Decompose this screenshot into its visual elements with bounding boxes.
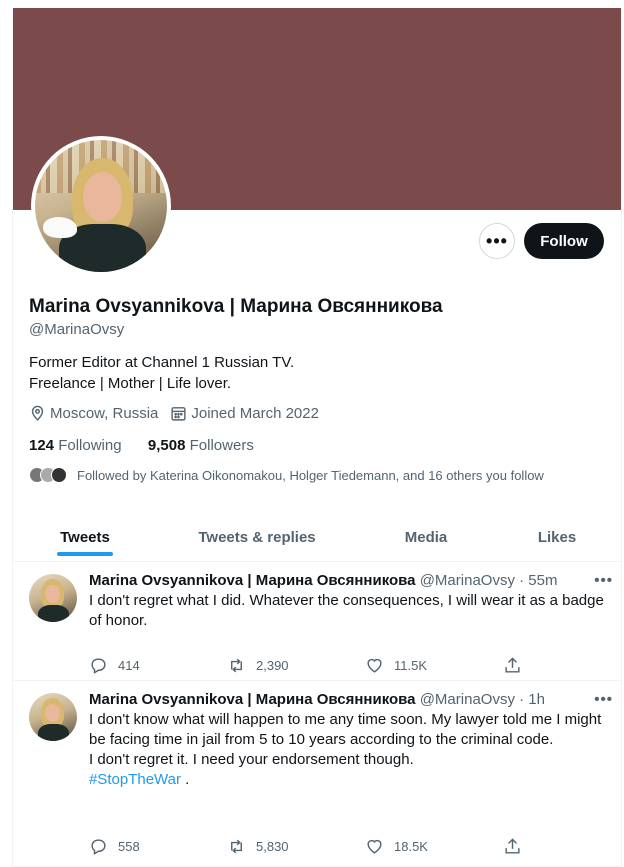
avatar [51, 467, 67, 483]
avatar-image [35, 140, 167, 272]
tweet-actions: 558 5,830 18.5K [89, 837, 624, 856]
retweet-button[interactable]: 2,390 [227, 656, 365, 675]
tweet[interactable]: Marina Ovsyannikova | Марина Овсянникова… [13, 562, 621, 681]
reply-count: 414 [118, 658, 140, 673]
reply-button[interactable]: 558 [89, 837, 227, 856]
bio-line: Freelance | Mother | Life lover. [29, 375, 232, 392]
tweet-author-name[interactable]: Marina Ovsyannikova | Марина Овсянникова [89, 691, 416, 708]
following-count: 124 [29, 437, 55, 454]
profile-location: Moscow, Russia [29, 405, 158, 422]
tweet-more-button[interactable]: ••• [594, 572, 613, 589]
reply-count: 558 [118, 839, 140, 854]
tab-media[interactable]: Media [385, 513, 467, 561]
hashtag-link[interactable]: #StopTheWar [89, 771, 181, 788]
tweet-paragraph: #StopTheWar . [89, 770, 605, 790]
tweet-body: Marina Ovsyannikova | Марина Овсянникова… [89, 572, 605, 631]
tab-likes[interactable]: Likes [525, 513, 589, 561]
followed-by[interactable]: Followed by Katerina Oikonomakou, Holger… [29, 467, 544, 483]
retweet-button[interactable]: 5,830 [227, 837, 365, 856]
dove-icon [42, 216, 78, 238]
profile-joined: Joined March 2022 [170, 405, 319, 422]
share-button[interactable] [503, 837, 624, 856]
like-count: 11.5K [394, 658, 428, 673]
heart-icon [367, 839, 382, 854]
more-options-button[interactable]: ••• [479, 223, 515, 259]
avatar[interactable] [29, 693, 77, 741]
profile-handle: @MarinaOvsy [29, 321, 125, 338]
profile-name: Marina Ovsyannikova | Марина Овсянникова [29, 296, 443, 317]
retweet-count: 2,390 [256, 658, 289, 673]
tweet-paragraph: I don't regret it. I need your endorseme… [89, 751, 414, 768]
share-icon [505, 838, 520, 854]
like-count: 18.5K [394, 839, 428, 854]
like-button[interactable]: 18.5K [365, 837, 503, 856]
location-text: Moscow, Russia [50, 405, 159, 422]
follow-button[interactable]: Follow [524, 223, 604, 259]
profile-stats: 124 Following 9,508 Followers [29, 437, 254, 454]
hashtag-suffix: . [181, 771, 190, 788]
tweet-body: Marina Ovsyannikova | Марина Овсянникова… [89, 691, 605, 790]
following-link[interactable]: 124 Following [29, 437, 126, 454]
calendar-icon [171, 407, 186, 421]
like-button[interactable]: 11.5K [365, 656, 503, 675]
tweet-actions: 414 2,390 11.5K [89, 656, 624, 675]
avatar[interactable] [29, 574, 77, 622]
bio-line: Former Editor at Channel 1 Russian TV. [29, 354, 295, 371]
profile-meta: Moscow, Russia Joined March 2022 [29, 405, 331, 422]
retweet-icon [231, 839, 242, 854]
retweet-count: 5,830 [256, 839, 289, 854]
tweet-handle-time[interactable]: @MarinaOvsy · 1h [420, 691, 545, 708]
tweet-text: I don't regret what I did. Whatever the … [89, 591, 605, 631]
reply-icon [91, 839, 106, 855]
profile-bio: Former Editor at Channel 1 Russian TV. F… [29, 352, 294, 394]
tweet-paragraph: I don't regret what I did. Whatever the … [89, 592, 604, 629]
followed-by-text: Followed by Katerina Oikonomakou, Holger… [77, 467, 544, 483]
tweet-more-button[interactable]: ••• [594, 691, 613, 708]
active-tab-indicator [57, 552, 113, 556]
followers-count: 9,508 [147, 437, 186, 454]
share-button[interactable] [503, 656, 624, 675]
heart-icon [367, 658, 382, 673]
tweet-handle-time[interactable]: @MarinaOvsy · 55m [420, 572, 558, 589]
follower-avatars [29, 467, 67, 483]
reply-button[interactable]: 414 [89, 656, 227, 675]
share-icon [505, 657, 520, 673]
location-pin-icon [31, 405, 44, 421]
tweet-header: Marina Ovsyannikova | Марина Овсянникова… [89, 572, 605, 589]
followers-label: Followers [189, 437, 254, 454]
retweet-icon [231, 658, 242, 673]
tweet[interactable]: Marina Ovsyannikova | Марина Овсянникова… [13, 681, 621, 867]
tweet-header: Marina Ovsyannikova | Марина Овсянникова… [89, 691, 605, 708]
profile-page: ••• Follow Marina Ovsyannikova | Марина … [12, 8, 622, 867]
profile-avatar[interactable] [31, 136, 171, 276]
following-label: Following [58, 437, 122, 454]
joined-text: Joined March 2022 [191, 405, 319, 422]
tweet-text: I don't know what will happen to me any … [89, 710, 605, 790]
tweet-paragraph: I don't know what will happen to me any … [89, 711, 602, 748]
tab-tweets-replies[interactable]: Tweets & replies [183, 513, 331, 561]
followers-link[interactable]: 9,508 Followers [148, 437, 254, 454]
reply-icon [91, 658, 106, 674]
tweet-author-name[interactable]: Marina Ovsyannikova | Марина Овсянникова [89, 572, 416, 589]
